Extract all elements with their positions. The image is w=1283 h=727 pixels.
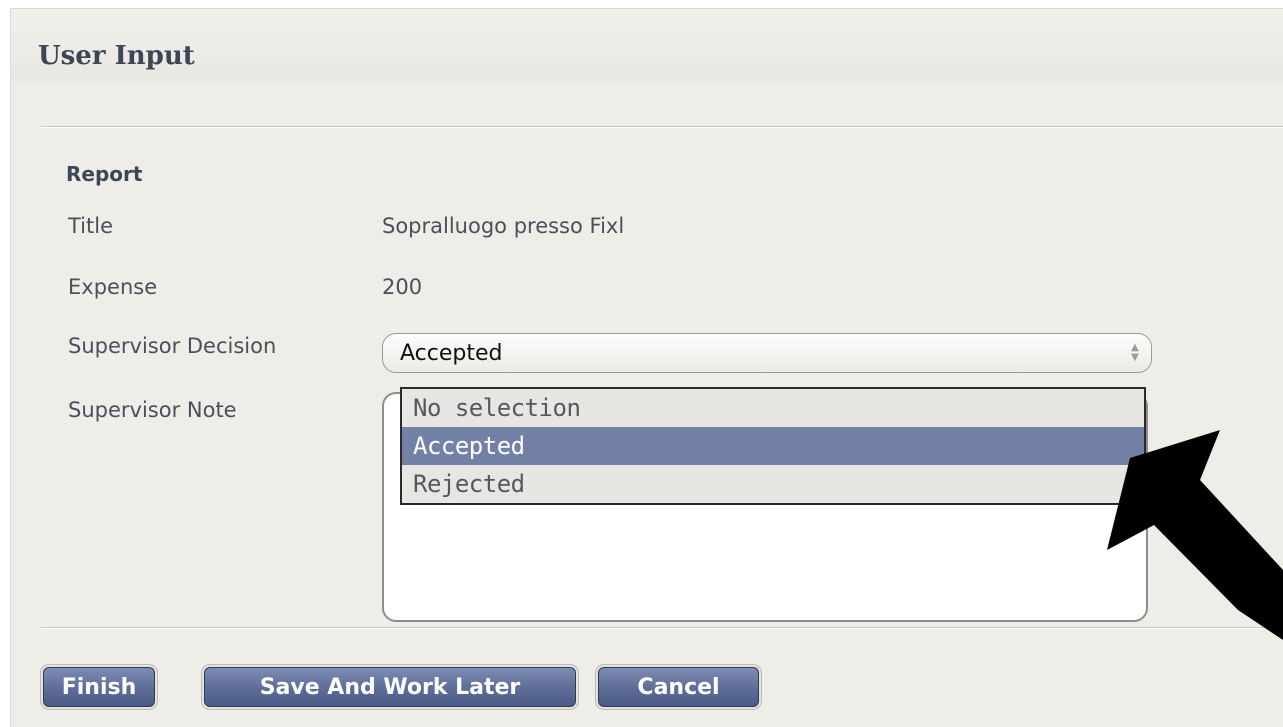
dropdown-option-accepted[interactable]: Accepted — [402, 427, 1144, 465]
select-arrows-icon: ▲ ▼ — [1131, 342, 1139, 363]
supervisor-decision-label: Supervisor Decision — [68, 334, 277, 358]
dropdown-option-rejected[interactable]: Rejected — [402, 465, 1144, 503]
supervisor-note-label: Supervisor Note — [68, 398, 237, 422]
expense-label: Expense — [68, 275, 158, 299]
title-label: Title — [68, 214, 114, 238]
section-title-report: Report — [66, 162, 143, 186]
finish-button[interactable]: Finish — [43, 667, 155, 707]
save-and-work-later-button[interactable]: Save And Work Later — [204, 667, 576, 707]
panel-header: User Input — [11, 9, 1283, 81]
cancel-button[interactable]: Cancel — [598, 667, 759, 707]
dropdown-option-no-selection[interactable]: No selection — [402, 389, 1144, 427]
panel-title: User Input — [38, 41, 195, 71]
expense-value: 200 — [382, 275, 423, 299]
select-current-value: Accepted — [400, 341, 503, 366]
decision-dropdown-list: No selection Accepted Rejected — [400, 387, 1146, 505]
pointer-arrow-icon — [1107, 430, 1283, 640]
title-value: Sopralluogo presso Fixl — [382, 214, 625, 238]
supervisor-decision-select[interactable]: Accepted ▲ ▼ — [382, 333, 1152, 373]
top-divider — [41, 126, 1283, 128]
